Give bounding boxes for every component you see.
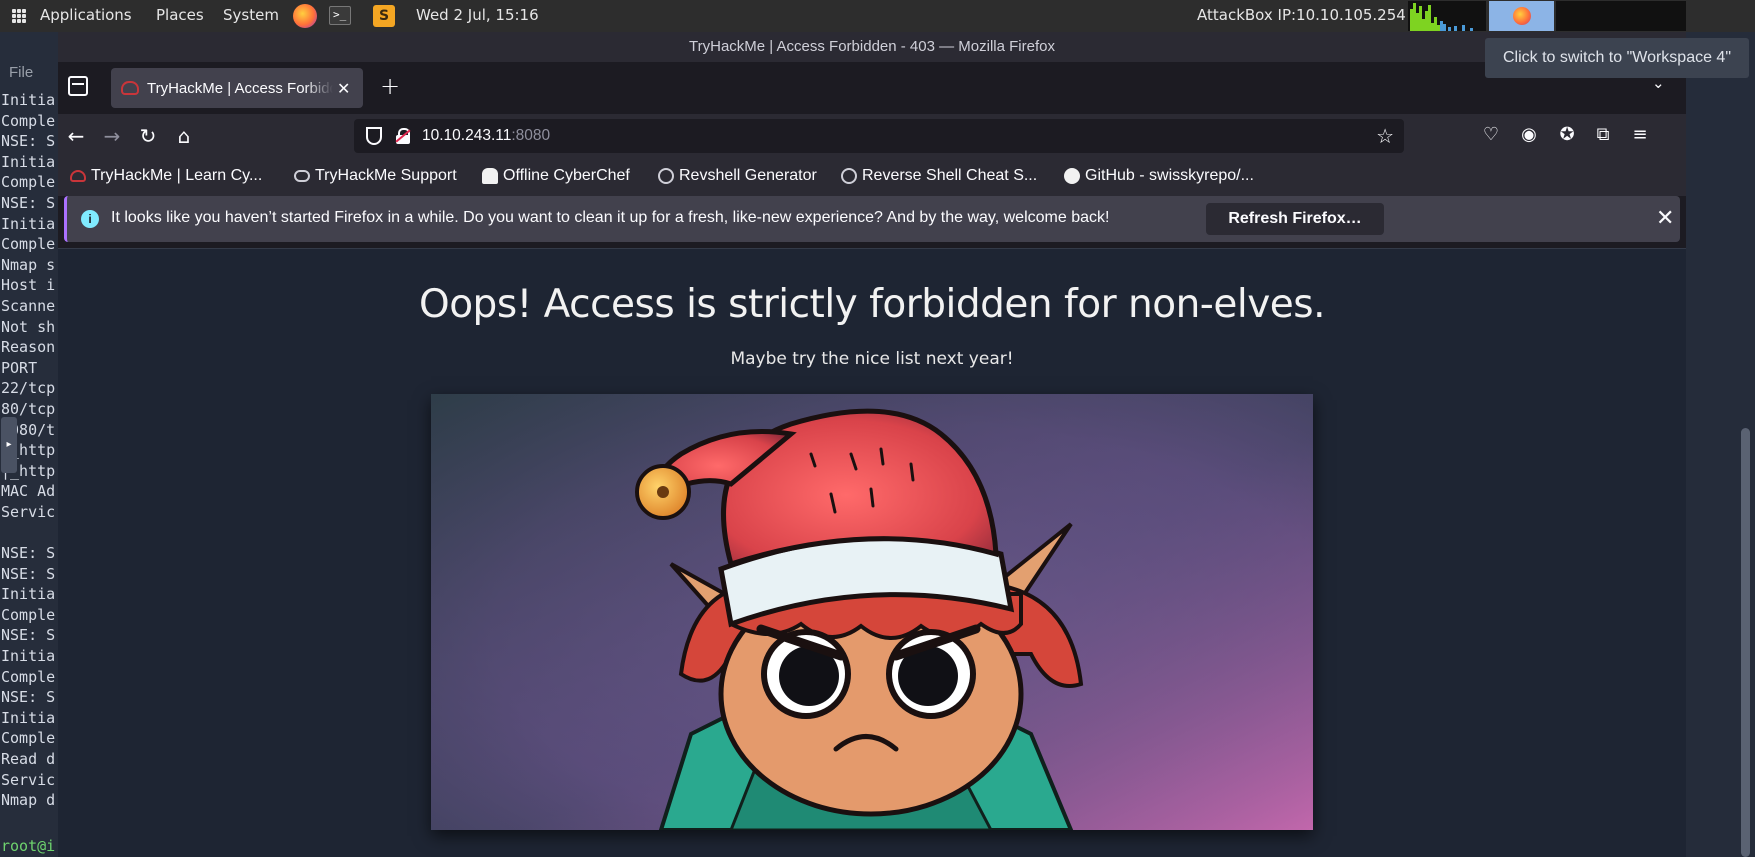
url-bar[interactable]: 10.10.243.11:8080 ☆: [354, 119, 1404, 153]
sublime-launcher-icon[interactable]: S: [373, 5, 395, 27]
globe-icon: [658, 168, 674, 184]
bookmark-thm-support[interactable]: TryHackMe Support: [294, 167, 457, 185]
applications-menu[interactable]: Applications: [40, 6, 132, 24]
pocket-icon[interactable]: ♡: [1479, 124, 1503, 145]
clock[interactable]: Wed 2 Jul, 15:16: [416, 6, 539, 24]
insecure-lock-icon[interactable]: [395, 128, 411, 144]
notification-close-icon[interactable]: ✕: [1656, 205, 1674, 231]
hamburger-menu-icon[interactable]: ≡: [1628, 124, 1652, 145]
tab-bar: TryHackMe | Access Forbidden - 403 ✕ + ⌄: [58, 62, 1686, 114]
back-button[interactable]: ←: [62, 122, 90, 150]
extensions-puzzle-icon[interactable]: ⧉: [1591, 124, 1615, 145]
refresh-firefox-button[interactable]: Refresh Firefox…: [1206, 203, 1384, 235]
window-title: TryHackMe | Access Forbidden - 403 — Moz…: [58, 32, 1686, 62]
home-button[interactable]: ⌂: [170, 122, 198, 150]
bookmark-label: TryHackMe Support: [315, 167, 457, 184]
tryhackme-favicon-icon: [121, 81, 139, 95]
bookmark-cyberchef[interactable]: Offline CyberChef: [482, 167, 630, 185]
workspace-switcher[interactable]: [1556, 1, 1686, 31]
reload-button[interactable]: ↻: [134, 122, 162, 150]
page-content: Oops! Access is strictly forbidden for n…: [58, 248, 1686, 857]
terminal-window[interactable]: File Initia Comple NSE: S Initia Comple …: [0, 32, 58, 857]
url-text[interactable]: 10.10.243.11:8080: [422, 127, 550, 145]
bookmark-label: Offline CyberChef: [503, 167, 630, 184]
notification-message: It looks like you haven’t started Firefo…: [111, 209, 1110, 226]
navigation-toolbar: ← → ↻ ⌂ 10.10.243.11:8080 ☆ ♡ ◉ ✪ ⧉ ≡: [58, 114, 1686, 158]
refresh-firefox-notification: i It looks like you haven’t started Fire…: [64, 196, 1680, 242]
workspace-switcher-active[interactable]: [1489, 1, 1554, 31]
cloud-icon: [294, 170, 310, 182]
apps-grid-icon[interactable]: [12, 9, 26, 23]
bookmark-reverse-shell-cheat[interactable]: Reverse Shell Cheat S...: [841, 167, 1037, 185]
page-heading: Oops! Access is strictly forbidden for n…: [419, 282, 1326, 327]
url-port: :8080: [511, 127, 551, 144]
places-menu[interactable]: Places: [156, 6, 204, 24]
firefox-launcher-icon[interactable]: [293, 4, 317, 28]
terminal-scrollbar[interactable]: [1741, 428, 1750, 857]
chef-hat-icon: [482, 168, 498, 184]
top-panel: Applications Places System >_ S Wed 2 Ju…: [0, 0, 1755, 32]
extension-badge-icon[interactable]: ✪: [1555, 124, 1579, 145]
tryhackme-icon: [70, 170, 86, 182]
info-icon: i: [81, 210, 99, 228]
firefox-icon: [1513, 7, 1531, 25]
globe-icon: [841, 168, 857, 184]
firefox-window: TryHackMe | Access Forbidden - 403 — Moz…: [58, 32, 1686, 857]
angry-elf-image: [431, 394, 1313, 830]
bookmark-revshell[interactable]: Revshell Generator: [658, 167, 817, 185]
bookmark-label: GitHub - swisskyrepo/...: [1085, 167, 1254, 184]
bookmark-star-icon[interactable]: ☆: [1376, 124, 1394, 148]
system-menu[interactable]: System: [223, 6, 279, 24]
bookmarks-toolbar: TryHackMe | Learn Cy... TryHackMe Suppor…: [58, 158, 1686, 196]
tab-close-icon[interactable]: ✕: [337, 79, 350, 98]
firefox-view-icon[interactable]: [68, 76, 88, 96]
terminal-prompt[interactable]: root@i: [1, 837, 55, 855]
page-subheading: Maybe try the nice list next year!: [730, 349, 1014, 369]
forward-button[interactable]: →: [98, 122, 126, 150]
tab-title: TryHackMe | Access Forbidden - 403: [147, 79, 333, 97]
bookmark-label: Reverse Shell Cheat S...: [862, 167, 1038, 184]
tracking-protection-shield-icon[interactable]: [366, 127, 382, 145]
terminal-file-menu[interactable]: File: [9, 64, 33, 81]
tab-active[interactable]: TryHackMe | Access Forbidden - 403 ✕: [111, 68, 363, 108]
bookmark-label: TryHackMe | Learn Cy...: [91, 167, 263, 184]
workspace-tooltip: Click to switch to "Workspace 4": [1485, 38, 1749, 78]
bookmark-tryhackme[interactable]: TryHackMe | Learn Cy...: [70, 167, 262, 185]
terminal-launcher-icon[interactable]: >_: [329, 6, 351, 25]
new-tab-button[interactable]: +: [380, 72, 400, 100]
bookmark-github[interactable]: GitHub - swisskyrepo/...: [1064, 167, 1254, 185]
drag-handle[interactable]: ▸: [1, 417, 17, 473]
github-icon: [1064, 168, 1080, 184]
account-icon[interactable]: ◉: [1517, 124, 1541, 145]
network-graph: [1408, 1, 1486, 31]
bookmark-label: Revshell Generator: [679, 167, 817, 184]
attackbox-ip: AttackBox IP:10.10.105.254: [1197, 6, 1406, 24]
url-host: 10.10.243.11: [422, 127, 512, 144]
